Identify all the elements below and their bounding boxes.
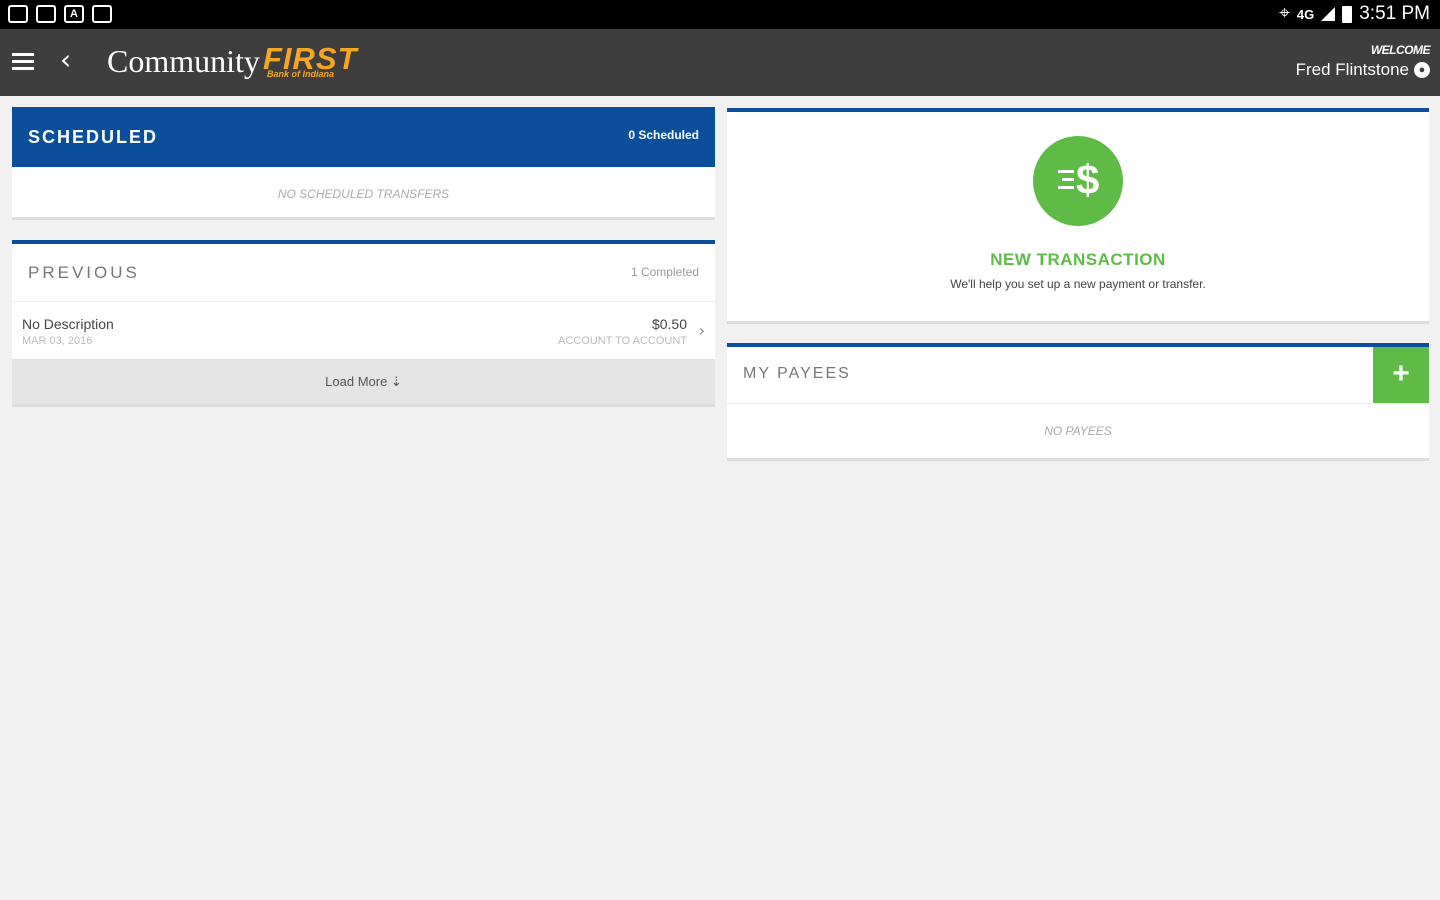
location-icon: ⌖	[1279, 3, 1290, 24]
wifi-call-icon	[36, 5, 56, 23]
welcome-block[interactable]: WELCOME Fred Flintstone ●	[1296, 43, 1431, 80]
payees-empty-message: NO PAYEES	[1044, 424, 1112, 438]
scheduled-header: SCHEDULED 0 Scheduled	[12, 107, 715, 167]
previous-header: PREVIOUS 1 Completed	[12, 244, 715, 302]
previous-title: PREVIOUS	[28, 263, 140, 282]
logo-community-text: Community	[107, 43, 260, 79]
app-bar: ‹ Community FIRST Bank of Indiana WELCOM…	[0, 29, 1440, 96]
new-transaction-icon[interactable]: $	[1033, 136, 1123, 226]
new-transaction-subtitle: We'll help you set up a new payment or t…	[950, 277, 1206, 291]
new-transaction-card[interactable]: $ NEW TRANSACTION We'll help you set up …	[727, 108, 1429, 321]
transaction-description: No Description	[22, 316, 114, 332]
transaction-type: ACCOUNT TO ACCOUNT	[558, 335, 687, 347]
scheduled-count: 0 Scheduled	[628, 128, 699, 142]
scheduled-title: SCHEDULED	[28, 127, 159, 147]
logo-subtext: Bank of Indiana	[267, 69, 335, 79]
scheduled-empty-message: NO SCHEDULED TRANSFERS	[277, 187, 450, 201]
scheduled-card: SCHEDULED 0 Scheduled NO SCHEDULED TRANS…	[12, 107, 715, 217]
new-transaction-title[interactable]: NEW TRANSACTION	[727, 250, 1429, 270]
previous-card: PREVIOUS 1 Completed No Description MAR …	[12, 240, 715, 404]
user-icon: ●	[1414, 62, 1430, 78]
signal-icon	[1321, 7, 1336, 21]
add-payee-button[interactable]: +	[1373, 347, 1429, 403]
font-icon: A	[64, 5, 84, 23]
chat-icon	[92, 5, 112, 23]
transaction-row[interactable]: No Description MAR 03, 2016 $0.50 ACCOUN…	[12, 302, 715, 359]
menu-icon[interactable]	[12, 53, 34, 71]
user-name-row[interactable]: Fred Flintstone ●	[1296, 60, 1430, 80]
transaction-amount: $0.50	[651, 316, 687, 332]
status-bar: A ⌖ 4G 3:51 PM	[0, 0, 1440, 29]
status-right: ⌖ 4G 3:51 PM	[1279, 3, 1430, 25]
chevron-right-icon: ›	[698, 321, 705, 340]
payees-header: MY PAYEES +	[727, 347, 1429, 404]
welcome-label: WELCOME	[1370, 43, 1431, 57]
image-icon	[8, 5, 28, 23]
user-name: Fred Flintstone	[1295, 60, 1409, 79]
transaction-date: MAR 03, 2016	[22, 335, 93, 347]
status-time: 3:51 PM	[1359, 3, 1430, 24]
status-left-icons: A	[8, 5, 112, 23]
back-icon[interactable]: ‹	[60, 44, 71, 76]
payees-card: MY PAYEES + NO PAYEES	[727, 343, 1429, 458]
payees-title: MY PAYEES	[743, 365, 851, 382]
network-label: 4G	[1296, 6, 1315, 22]
load-more-button[interactable]: Load More ⇣	[12, 359, 715, 404]
previous-count: 1 Completed	[630, 265, 699, 279]
battery-icon	[1342, 5, 1353, 23]
